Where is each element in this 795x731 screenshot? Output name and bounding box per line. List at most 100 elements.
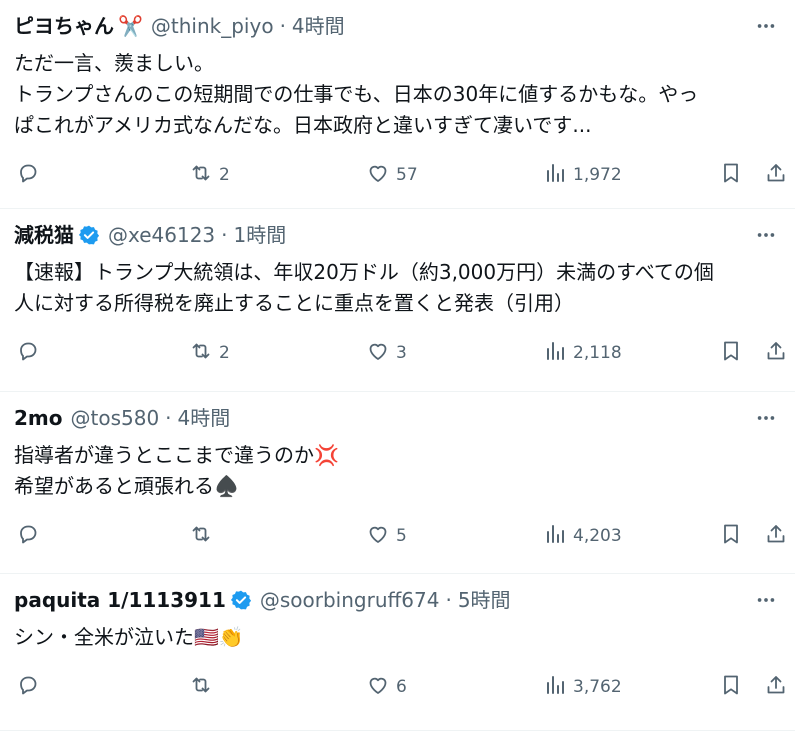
more-icon[interactable] bbox=[751, 588, 781, 612]
author-handle[interactable]: @think_piyo bbox=[151, 14, 274, 38]
share-button[interactable] bbox=[764, 521, 788, 551]
tweet[interactable]: 2mo @tos580 · 4時間 指導者が違うとここまで違うのか💢 希望がある… bbox=[0, 392, 795, 574]
share-icon bbox=[764, 522, 788, 551]
tweet-header: 減税猫 @xe46123 · 1時間 bbox=[14, 223, 286, 247]
bookmark-icon bbox=[719, 339, 743, 368]
tweet-line: 【速報】トランプ大統領は、年収20万ドル（約3,000万円）未満のすべての個 bbox=[14, 260, 714, 284]
tweet-text: シン・全米が泣いた🇺🇸👏 bbox=[14, 622, 781, 653]
like-icon bbox=[366, 161, 390, 190]
reply-button[interactable] bbox=[16, 521, 46, 551]
view-count: 1,972 bbox=[573, 165, 622, 185]
reply-icon bbox=[16, 673, 40, 702]
retweet-icon bbox=[189, 522, 213, 551]
author-name[interactable]: ピヨちゃん bbox=[14, 14, 114, 38]
tweet-line: ただ一言、羨ましい。 bbox=[14, 51, 214, 75]
share-button[interactable] bbox=[764, 338, 788, 368]
views-icon bbox=[543, 161, 567, 190]
tweet-line: 人に対する所得税を廃止することに重点を置くと発表（引用） bbox=[14, 291, 574, 315]
views-button[interactable]: 1,972 bbox=[543, 160, 622, 190]
like-icon bbox=[366, 522, 390, 551]
separator-dot: · bbox=[279, 14, 286, 38]
views-button[interactable]: 4,203 bbox=[543, 521, 622, 551]
like-icon bbox=[366, 339, 390, 368]
tweet-line: 希望があると頑張れる♠️ bbox=[14, 474, 239, 498]
bookmark-button[interactable] bbox=[719, 160, 743, 190]
separator-dot: · bbox=[165, 406, 172, 430]
retweet-icon bbox=[189, 161, 213, 190]
tweet[interactable]: 減税猫 @xe46123 · 1時間 【速報】トランプ大統領は、年収20万ドル（… bbox=[0, 209, 795, 392]
bookmark-button[interactable] bbox=[719, 521, 743, 551]
timestamp[interactable]: 4時間 bbox=[178, 406, 231, 430]
tweet-actions: 2 3 2,118 bbox=[0, 338, 795, 368]
separator-dot: · bbox=[221, 223, 228, 247]
like-button[interactable]: 3 bbox=[366, 338, 407, 368]
retweet-count: 2 bbox=[219, 165, 230, 185]
tweet[interactable]: ピヨちゃん ✂️ @think_piyo · 4時間 ただ一言、羨ましい。 トラ… bbox=[0, 0, 795, 209]
tweet-actions: 2 57 1,972 bbox=[0, 160, 795, 190]
reply-button[interactable] bbox=[16, 160, 46, 190]
bookmark-icon bbox=[719, 161, 743, 190]
scissors-emoji: ✂️ bbox=[118, 14, 143, 38]
tweet-text: 【速報】トランプ大統領は、年収20万ドル（約3,000万円）未満のすべての個 人… bbox=[14, 257, 781, 319]
reply-icon bbox=[16, 339, 40, 368]
timeline-feed: ピヨちゃん ✂️ @think_piyo · 4時間 ただ一言、羨ましい。 トラ… bbox=[0, 0, 795, 731]
tweet[interactable]: paquita 1/1113911 @soorbingruff674 · 5時間… bbox=[0, 574, 795, 731]
tweet-line: シン・全米が泣いた🇺🇸👏 bbox=[14, 625, 244, 649]
share-icon bbox=[764, 339, 788, 368]
retweet-icon bbox=[189, 339, 213, 368]
more-icon[interactable] bbox=[751, 223, 781, 247]
bookmark-icon bbox=[719, 522, 743, 551]
bookmark-button[interactable] bbox=[719, 672, 743, 702]
like-button[interactable]: 57 bbox=[366, 160, 418, 190]
tweet-line: 指導者が違うとここまで違うのか💢 bbox=[14, 443, 339, 467]
author-name[interactable]: paquita 1/1113911 bbox=[14, 588, 226, 612]
more-icon[interactable] bbox=[751, 14, 781, 38]
views-icon bbox=[543, 522, 567, 551]
author-handle[interactable]: @xe46123 bbox=[108, 223, 215, 247]
timestamp[interactable]: 5時間 bbox=[458, 588, 511, 612]
retweet-button[interactable] bbox=[189, 672, 219, 702]
retweet-count: 2 bbox=[219, 343, 230, 363]
like-count: 57 bbox=[396, 165, 418, 185]
author-name[interactable]: 減税猫 bbox=[14, 223, 74, 247]
tweet-line: トランプさんのこの短期間での仕事でも、日本の30年に値するかもな。やっ bbox=[14, 82, 699, 106]
tweet-header: ピヨちゃん ✂️ @think_piyo · 4時間 bbox=[14, 14, 345, 38]
like-count: 5 bbox=[396, 526, 407, 546]
tweet-header: paquita 1/1113911 @soorbingruff674 · 5時間 bbox=[14, 588, 511, 612]
tweet-text: ただ一言、羨ましい。 トランプさんのこの短期間での仕事でも、日本の30年に値する… bbox=[14, 48, 781, 141]
like-count: 3 bbox=[396, 343, 407, 363]
like-button[interactable]: 5 bbox=[366, 521, 407, 551]
share-button[interactable] bbox=[764, 672, 788, 702]
reply-icon bbox=[16, 522, 40, 551]
like-button[interactable]: 6 bbox=[366, 672, 407, 702]
retweet-button[interactable] bbox=[189, 521, 219, 551]
reply-button[interactable] bbox=[16, 338, 46, 368]
separator-dot: · bbox=[445, 588, 452, 612]
share-button[interactable] bbox=[764, 160, 788, 190]
bookmark-icon bbox=[719, 673, 743, 702]
author-handle[interactable]: @soorbingruff674 bbox=[260, 588, 440, 612]
view-count: 3,762 bbox=[573, 677, 622, 697]
author-handle[interactable]: @tos580 bbox=[71, 406, 160, 430]
author-name[interactable]: 2mo bbox=[14, 406, 63, 430]
views-icon bbox=[543, 673, 567, 702]
timestamp[interactable]: 1時間 bbox=[234, 223, 287, 247]
views-button[interactable]: 2,118 bbox=[543, 338, 622, 368]
reply-button[interactable] bbox=[16, 672, 46, 702]
share-icon bbox=[764, 161, 788, 190]
reply-icon bbox=[16, 161, 40, 190]
tweet-actions: 6 3,762 bbox=[0, 672, 795, 702]
tweet-line: ぱこれがアメリカ式なんだな。日本政府と違いすぎて凄いです... bbox=[14, 113, 592, 137]
retweet-icon bbox=[189, 673, 213, 702]
like-count: 6 bbox=[396, 677, 407, 697]
retweet-button[interactable]: 2 bbox=[189, 160, 230, 190]
view-count: 4,203 bbox=[573, 526, 622, 546]
view-count: 2,118 bbox=[573, 343, 622, 363]
timestamp[interactable]: 4時間 bbox=[292, 14, 345, 38]
more-icon[interactable] bbox=[751, 406, 781, 430]
retweet-button[interactable]: 2 bbox=[189, 338, 230, 368]
bookmark-button[interactable] bbox=[719, 338, 743, 368]
views-button[interactable]: 3,762 bbox=[543, 672, 622, 702]
verified-badge-icon bbox=[230, 589, 252, 611]
like-icon bbox=[366, 673, 390, 702]
